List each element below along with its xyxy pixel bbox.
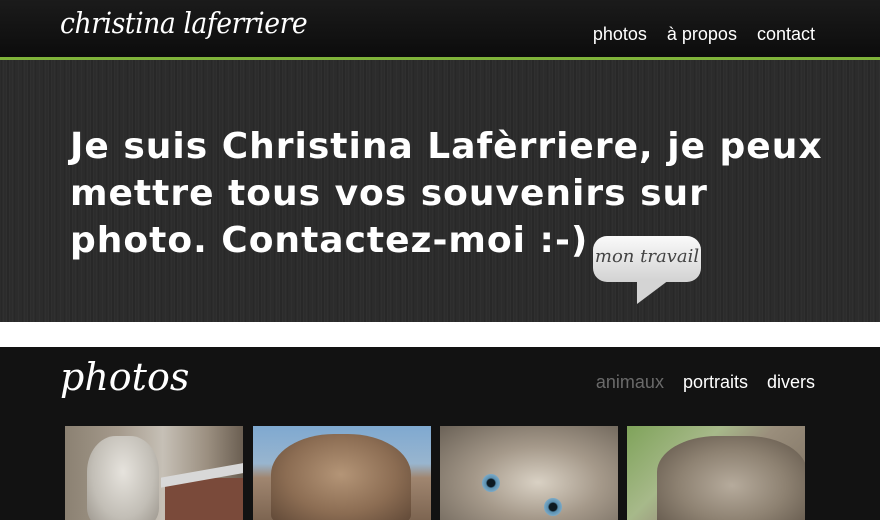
photos-section-title: photos [60, 355, 190, 399]
nav-photos-link[interactable]: photos [593, 24, 647, 45]
photo-thumbnail-horse[interactable] [65, 426, 243, 520]
cat-eye-right [544, 498, 562, 516]
nav-about-link[interactable]: à propos [667, 24, 737, 45]
main-nav: photos à propos contact [593, 24, 815, 45]
photo-filters: animaux portraits divers [596, 372, 815, 393]
my-work-button-label: mon travail [594, 246, 700, 267]
hero-banner: Je suis Christina Lafèrriere, je peux me… [0, 60, 880, 322]
site-logo[interactable]: christina laferriere [60, 6, 308, 40]
filter-portraits[interactable]: portraits [683, 372, 748, 393]
nav-contact-link[interactable]: contact [757, 24, 815, 45]
filter-animals[interactable]: animaux [596, 372, 664, 393]
my-work-button[interactable]: mon travail [593, 236, 701, 304]
cat-eye-left [482, 474, 500, 492]
cat-shape [657, 436, 805, 520]
photos-section: photos animaux portraits divers [0, 347, 880, 520]
photo-thumbnail-cat[interactable] [440, 426, 618, 520]
site-header: christina laferriere photos à propos con… [0, 0, 880, 60]
section-divider [0, 322, 880, 347]
elephant-shape [271, 434, 411, 520]
hero-headline: Je suis Christina Lafèrriere, je peux me… [70, 126, 823, 261]
photo-thumbnail-elephant[interactable] [253, 426, 431, 520]
filter-misc[interactable]: divers [767, 372, 815, 393]
photo-thumbnail-cat-2[interactable] [627, 426, 805, 520]
horse-shape [87, 436, 159, 520]
